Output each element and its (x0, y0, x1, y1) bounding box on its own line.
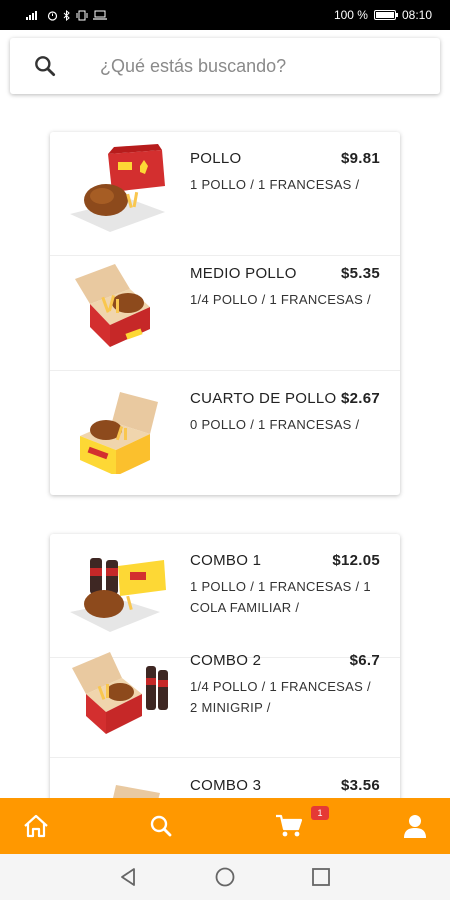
battery-icon (373, 10, 398, 20)
search-icon[interactable] (32, 53, 58, 79)
product-item[interactable]: COMBO 2 $6.7 1/4 POLLO / 1 FRANCESAS / 2… (50, 634, 400, 758)
vibrate-icon (76, 10, 88, 20)
product-description: 1/4 POLLO / 1 FRANCESAS / (190, 292, 371, 307)
product-card: POLLO $9.81 1 POLLO / 1 FRANCESAS / MEDI… (50, 132, 400, 495)
recents-icon[interactable] (309, 865, 333, 889)
product-name: CUARTO DE POLLO (190, 390, 337, 407)
cart-badge: 1 (311, 806, 329, 820)
product-price: $3.56 (340, 777, 380, 794)
product-card: COMBO 1 $12.05 1 POLLO / 1 FRANCESAS / 1… (50, 534, 400, 834)
product-price: $12.05 (332, 552, 380, 569)
cart-icon (276, 814, 303, 837)
signal-icon (26, 11, 37, 20)
product-description: 0 POLLO / 1 FRANCESAS / (190, 417, 360, 432)
search-icon (150, 815, 172, 837)
battery-percent: 100 % (333, 8, 368, 22)
product-name: MEDIO POLLO (190, 265, 297, 282)
product-name: POLLO (190, 150, 242, 167)
product-image-combo-1 (70, 558, 166, 632)
clock: 08:10 (401, 8, 432, 22)
product-image-combo-2 (72, 652, 168, 734)
nav-home-button[interactable] (6, 798, 66, 854)
user-icon (404, 815, 426, 838)
product-description: 1 POLLO / 1 FRANCESAS / (190, 177, 360, 192)
alarm-icon (47, 10, 58, 21)
back-icon[interactable] (116, 865, 140, 889)
product-description: 1 POLLO / 1 FRANCESAS / 1 COLA FAMILIAR … (190, 579, 371, 615)
search-input[interactable] (100, 52, 420, 80)
status-right: 100 % 08:10 (334, 8, 432, 22)
product-price: $2.67 (340, 390, 380, 407)
product-image-cuarto-de-pollo (80, 392, 158, 474)
home-circle-icon[interactable] (213, 865, 237, 889)
product-item[interactable]: POLLO $9.81 1 POLLO / 1 FRANCESAS / (50, 132, 400, 256)
product-image-pollo (70, 144, 165, 232)
status-bar: 100 % 08:10 (0, 0, 450, 30)
home-icon (24, 814, 48, 838)
product-name: COMBO 1 (190, 552, 262, 569)
bottom-nav (0, 798, 450, 854)
product-name: COMBO 3 (190, 777, 262, 794)
product-price: $9.81 (340, 150, 380, 167)
product-item[interactable]: MEDIO POLLO $5.35 1/4 POLLO / 1 FRANCESA… (50, 247, 400, 371)
nav-search-button[interactable] (131, 798, 191, 854)
status-icons (26, 9, 107, 21)
product-image-medio-pollo (75, 264, 150, 347)
nav-user-button[interactable] (385, 798, 445, 854)
android-nav-bar (0, 854, 450, 900)
bluetooth-icon (63, 9, 70, 21)
nav-cart-button[interactable] (259, 798, 319, 854)
search-bar[interactable] (10, 38, 440, 94)
product-item[interactable]: CUARTO DE POLLO $2.67 0 POLLO / 1 FRANCE… (50, 372, 400, 495)
product-description: 1/4 POLLO / 1 FRANCESAS / 2 MINIGRIP / (190, 679, 371, 715)
product-price: $6.7 (349, 652, 380, 669)
product-price: $5.35 (340, 265, 380, 282)
product-name: COMBO 2 (190, 652, 262, 669)
laptop-icon (93, 10, 107, 20)
